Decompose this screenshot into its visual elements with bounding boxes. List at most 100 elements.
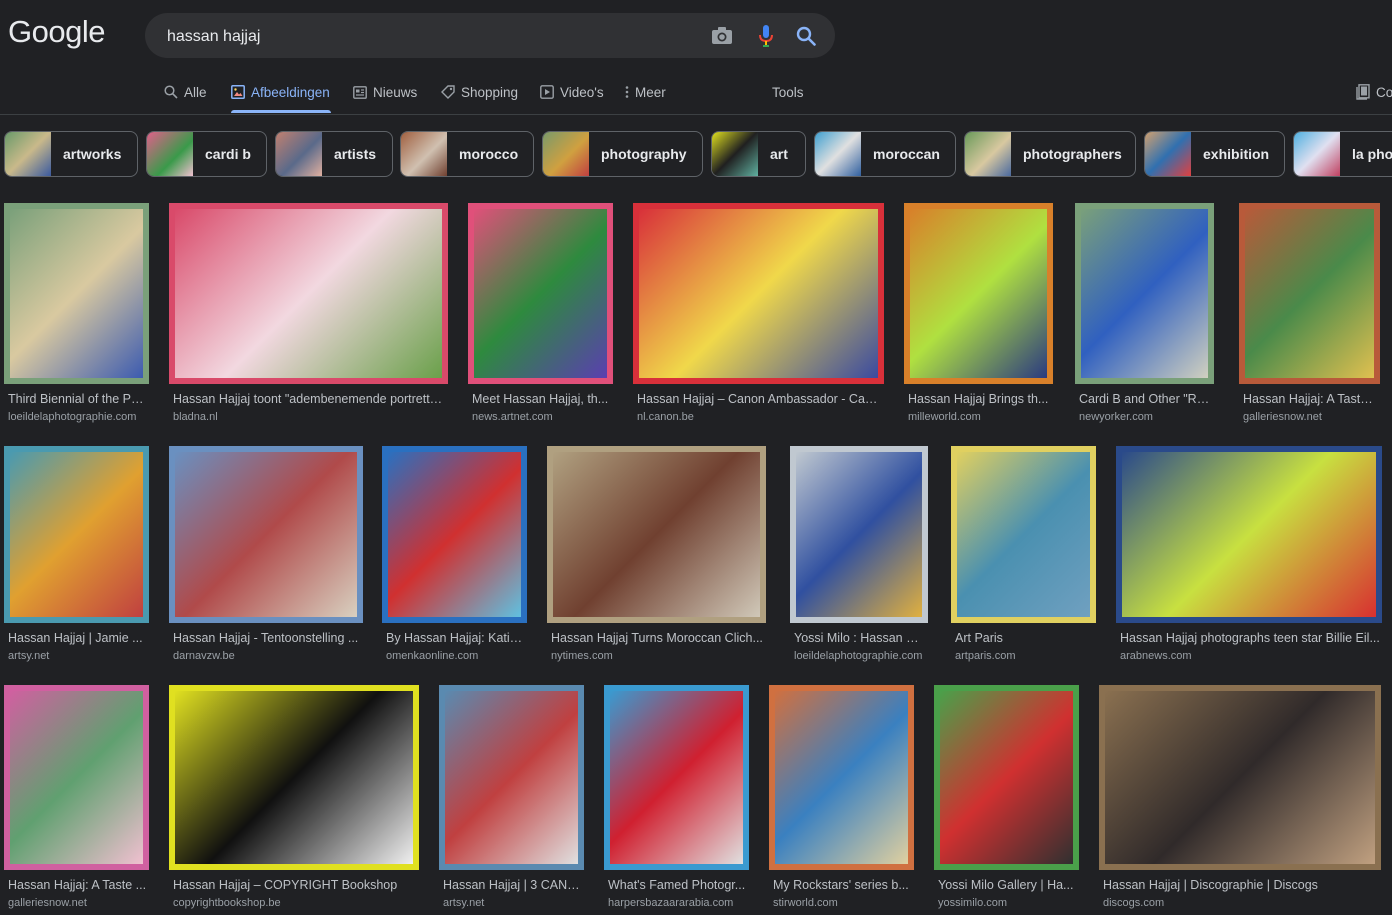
image-result[interactable]: Hassan Hajjaj Brings th... milleworld.com: [904, 203, 1053, 423]
image-result[interactable]: Hassan Hajjaj photographs teen star Bill…: [1116, 446, 1382, 662]
result-title[interactable]: Hassan Hajjaj Turns Moroccan Clich...: [551, 631, 764, 645]
search-icon[interactable]: [795, 25, 817, 47]
result-title[interactable]: What's Famed Photogr...: [608, 878, 747, 892]
image-icon: [231, 85, 245, 99]
image-result[interactable]: Yossi Milo : Hassan Ha... loeildelaphotog…: [790, 446, 928, 662]
search-input[interactable]: [165, 13, 689, 60]
google-logo[interactable]: Google: [8, 14, 105, 50]
result-title[interactable]: Hassan Hajjaj | Discographie | Discogs: [1103, 878, 1379, 892]
result-thumbnail[interactable]: [904, 203, 1053, 384]
result-source: darnavzw.be: [173, 650, 235, 662]
result-source: newyorker.com: [1079, 411, 1153, 423]
search-icon: [164, 85, 178, 99]
result-thumbnail[interactable]: [169, 446, 363, 623]
chip-morocco[interactable]: morocco: [400, 131, 534, 177]
image-result[interactable]: My Rockstars' series b... stirworld.com: [769, 685, 914, 909]
news-icon: [353, 85, 367, 99]
result-title[interactable]: Hassan Hajjaj | 3 CANA...: [443, 878, 582, 892]
image-result[interactable]: Hassan Hajjaj Turns Moroccan Clich... nyt…: [547, 446, 766, 662]
image-result[interactable]: Hassan Hajjaj: A Taste ... galleriesnow.n…: [4, 685, 149, 909]
image-result[interactable]: Hassan Hajjaj toont "adembenemende portr…: [169, 203, 448, 423]
image-result[interactable]: Hassan Hajjaj | 3 CANA... artsy.net: [439, 685, 584, 909]
result-title[interactable]: Cardi B and Other "Roc...: [1079, 392, 1212, 406]
result-thumbnail[interactable]: [604, 685, 749, 870]
tab-shopping[interactable]: Shopping: [441, 83, 518, 101]
result-thumbnail[interactable]: [633, 203, 884, 384]
image-result[interactable]: Yossi Milo Gallery | Ha... yossimilo.com: [934, 685, 1079, 909]
image-result[interactable]: Cardi B and Other "Roc... newyorker.com: [1075, 203, 1214, 423]
result-title[interactable]: Meet Hassan Hajjaj, th...: [472, 392, 611, 406]
tab-meer[interactable]: Meer: [625, 83, 666, 101]
result-title[interactable]: Hassan Hajjaj: A Taste ...: [1243, 392, 1378, 406]
result-title[interactable]: Third Biennial of the Ph...: [8, 392, 147, 406]
result-title[interactable]: Hassan Hajjaj - Tentoonstelling ...: [173, 631, 361, 645]
result-title[interactable]: Hassan Hajjaj – Canon Ambassador - Can..…: [637, 392, 882, 406]
chip-art[interactable]: art: [711, 131, 806, 177]
tab-videos[interactable]: Video's: [540, 83, 604, 101]
tab-afbeeldingen[interactable]: Afbeeldingen: [231, 83, 330, 101]
result-thumbnail[interactable]: [468, 203, 613, 384]
result-title[interactable]: My Rockstars' series b...: [773, 878, 912, 892]
image-result[interactable]: By Hassan Hajjaj: Katia... omenkaonline.c…: [382, 446, 527, 662]
result-thumbnail[interactable]: [169, 685, 419, 870]
result-title[interactable]: Yossi Milo Gallery | Ha...: [938, 878, 1077, 892]
chip-cardi-b[interactable]: cardi b: [146, 131, 267, 177]
result-title[interactable]: Art Paris: [955, 631, 1094, 645]
search-bar: [145, 13, 835, 60]
chip-artworks[interactable]: artworks: [4, 131, 138, 177]
chip-exhibition[interactable]: exhibition: [1144, 131, 1285, 177]
image-result[interactable]: Third Biennial of the Ph... loeildelaphot…: [4, 203, 149, 423]
result-thumbnail[interactable]: [1075, 203, 1214, 384]
tab-collections[interactable]: Co: [1356, 83, 1392, 101]
result-thumbnail[interactable]: [169, 203, 448, 384]
image-result[interactable]: Hassan Hajjaj – COPYRIGHT Bookshop copyri…: [169, 685, 419, 909]
result-thumbnail[interactable]: [1116, 446, 1382, 623]
image-result[interactable]: Hassan Hajjaj | Jamie ... artsy.net: [4, 446, 149, 662]
result-title[interactable]: Hassan Hajjaj: A Taste ...: [8, 878, 147, 892]
result-source: yossimilo.com: [938, 897, 1008, 909]
result-thumbnail[interactable]: [4, 203, 149, 384]
chip-photographers[interactable]: photographers: [964, 131, 1136, 177]
result-thumbnail[interactable]: [769, 685, 914, 870]
result-thumbnail[interactable]: [790, 446, 928, 623]
microphone-icon[interactable]: [755, 25, 777, 47]
result-source: arabnews.com: [1120, 650, 1192, 662]
image-result[interactable]: Hassan Hajjaj: A Taste ... galleriesnow.n…: [1239, 203, 1380, 423]
result-thumbnail[interactable]: [951, 446, 1096, 623]
result-thumbnail[interactable]: [1239, 203, 1380, 384]
chip-thumbnail: [276, 132, 322, 176]
tab-label: Nieuws: [373, 84, 418, 100]
tab-alle[interactable]: Alle: [164, 83, 207, 101]
result-source: bladna.nl: [173, 411, 218, 423]
image-result[interactable]: Hassan Hajjaj | Discographie | Discogs di…: [1099, 685, 1381, 909]
result-title[interactable]: Hassan Hajjaj Brings th...: [908, 392, 1051, 406]
chip-thumbnail: [1294, 132, 1340, 176]
result-source: artparis.com: [955, 650, 1016, 662]
result-thumbnail[interactable]: [439, 685, 584, 870]
result-title[interactable]: Hassan Hajjaj – COPYRIGHT Bookshop: [173, 878, 417, 892]
image-result[interactable]: Hassan Hajjaj - Tentoonstelling ... darna…: [169, 446, 363, 662]
image-result[interactable]: Art Paris artparis.com: [951, 446, 1096, 662]
chip-label: exhibition: [1203, 146, 1270, 162]
tab-nieuws[interactable]: Nieuws: [353, 83, 417, 101]
chip-photography[interactable]: photography: [542, 131, 703, 177]
chip-la-photography[interactable]: la pho: [1293, 131, 1392, 177]
result-title[interactable]: By Hassan Hajjaj: Katia...: [386, 631, 525, 645]
tab-tools[interactable]: Tools: [772, 83, 804, 101]
image-result[interactable]: What's Famed Photogr... harpersbazaararab…: [604, 685, 749, 909]
image-result[interactable]: Hassan Hajjaj – Canon Ambassador - Can..…: [633, 203, 884, 423]
chip-artists[interactable]: artists: [275, 131, 393, 177]
result-thumbnail[interactable]: [1099, 685, 1381, 870]
image-result[interactable]: Meet Hassan Hajjaj, th... news.artnet.com: [468, 203, 613, 423]
result-title[interactable]: Hassan Hajjaj photographs teen star Bill…: [1120, 631, 1380, 645]
result-thumbnail[interactable]: [547, 446, 766, 623]
result-title[interactable]: Hassan Hajjaj toont "adembenemende portr…: [173, 392, 446, 406]
result-thumbnail[interactable]: [4, 446, 149, 623]
result-title[interactable]: Yossi Milo : Hassan Ha...: [794, 631, 926, 645]
camera-icon[interactable]: [711, 25, 733, 47]
result-thumbnail[interactable]: [934, 685, 1079, 870]
result-title[interactable]: Hassan Hajjaj | Jamie ...: [8, 631, 147, 645]
result-thumbnail[interactable]: [4, 685, 149, 870]
result-thumbnail[interactable]: [382, 446, 527, 623]
chip-moroccan[interactable]: moroccan: [814, 131, 956, 177]
